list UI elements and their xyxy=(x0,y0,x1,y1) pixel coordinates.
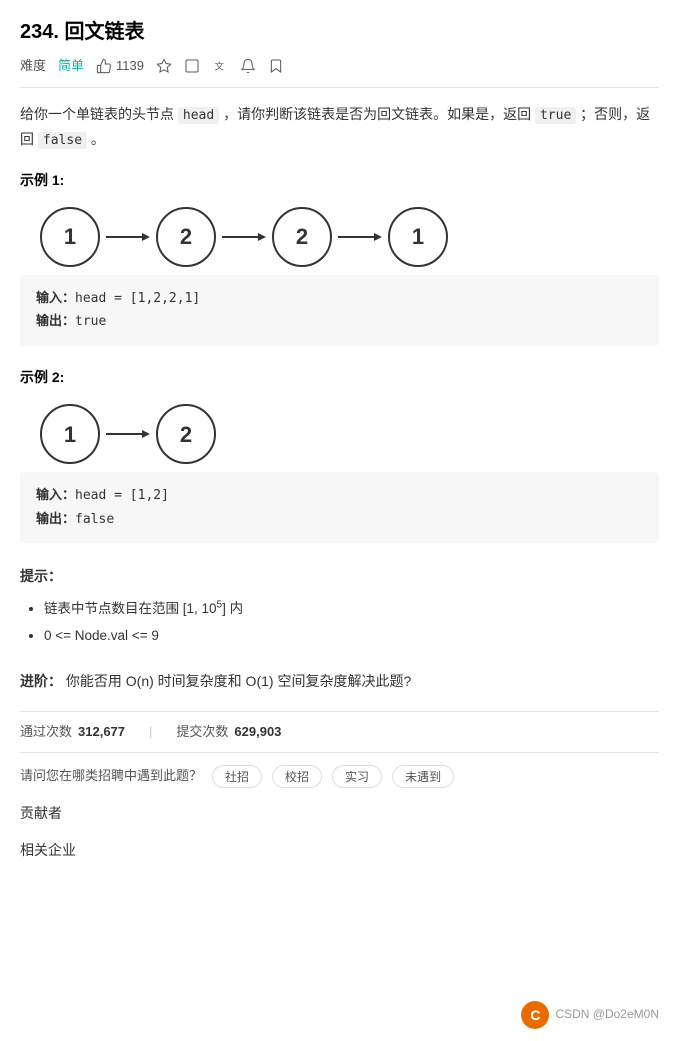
star-button[interactable] xyxy=(156,58,172,74)
recruitment-question: 请问您在哪类招聘中遇到此题？ xyxy=(20,766,202,787)
arrow-svg-1 xyxy=(104,227,152,247)
submit-stat: 提交次数 629,903 xyxy=(176,722,281,743)
pass-stat: 通过次数 312,677 xyxy=(20,722,125,743)
example1-box: 输入：head = [1,2,2,1] 输出：true xyxy=(20,275,659,346)
example1-output: 输出：true xyxy=(36,310,643,333)
like-icon xyxy=(96,58,112,74)
example2-title: 示例 2: xyxy=(20,366,659,388)
example2-input: 输入：head = [1,2] xyxy=(36,484,643,507)
hints-section: 提示： 链表中节点数目在范围 [1, 105] 内 0 <= Node.val … xyxy=(20,565,659,649)
pass-label: 通过次数 xyxy=(20,722,72,743)
pass-value: 312,677 xyxy=(78,722,125,743)
bookmark-button[interactable] xyxy=(268,58,284,74)
arrow-3 xyxy=(336,227,384,247)
difficulty-label: 难度 xyxy=(20,56,46,77)
page-container: 234. 回文链表 难度 简单 1139 文 给你一个单链表的头节点 head … xyxy=(0,0,679,891)
inline-code-true: true xyxy=(535,107,576,124)
hint-item-1: 链表中节点数目在范围 [1, 105] 内 xyxy=(44,595,659,622)
difficulty-value: 简单 xyxy=(58,56,84,77)
stats-row: 通过次数 312,677 | 提交次数 629,903 xyxy=(20,711,659,754)
advanced-section: 进阶： 你能否用 O(n) 时间复杂度和 O(1) 空间复杂度解决此题? xyxy=(20,669,659,694)
share-button[interactable] xyxy=(184,58,200,74)
advanced-title: 进阶： xyxy=(20,673,62,689)
submit-value: 629,903 xyxy=(234,722,281,743)
watermark-logo: C xyxy=(521,1001,549,1029)
node2-1: 1 xyxy=(40,404,100,464)
contributors-section: 贡献者 xyxy=(20,802,659,824)
tag-weiyudao[interactable]: 未遇到 xyxy=(392,765,454,788)
node-1a: 1 xyxy=(40,207,100,267)
problem-title: 234. 回文链表 xyxy=(20,16,659,48)
like-button[interactable]: 1139 xyxy=(96,56,144,77)
svg-text:文: 文 xyxy=(215,61,224,72)
arrow-1 xyxy=(104,227,152,247)
node2-2: 2 xyxy=(156,404,216,464)
inline-code-false: false xyxy=(38,132,87,149)
tag-shixi[interactable]: 实习 xyxy=(332,765,382,788)
submit-label: 提交次数 xyxy=(176,722,228,743)
hints-title: 提示： xyxy=(20,565,659,587)
like-count: 1139 xyxy=(116,56,144,77)
stats-divider: | xyxy=(149,722,152,743)
example2-output: 输出：false xyxy=(36,508,643,531)
arrow2-1 xyxy=(104,424,152,444)
arrow2-svg-1 xyxy=(104,424,152,444)
node-1b: 1 xyxy=(388,207,448,267)
watermark: C CSDN @Do2eM0N xyxy=(521,1001,659,1029)
node-2a: 2 xyxy=(156,207,216,267)
bell-button[interactable] xyxy=(240,58,256,74)
tag-xiaozao[interactable]: 校招 xyxy=(272,765,322,788)
example1-diagram: 1 2 2 1 xyxy=(40,207,659,267)
meta-row: 难度 简单 1139 文 xyxy=(20,56,659,88)
translate-button[interactable]: 文 xyxy=(212,58,228,74)
star-icon xyxy=(156,58,172,74)
example1-title: 示例 1: xyxy=(20,169,659,191)
example1-input: 输入：head = [1,2,2,1] xyxy=(36,287,643,310)
tag-shezao[interactable]: 社招 xyxy=(212,765,262,788)
hint-item-2: 0 <= Node.val <= 9 xyxy=(44,622,659,649)
node-2b: 2 xyxy=(272,207,332,267)
watermark-text: CSDN @Do2eM0N xyxy=(555,1005,659,1024)
translate-icon: 文 xyxy=(212,58,228,74)
arrow-2 xyxy=(220,227,268,247)
bookmark-icon xyxy=(268,58,284,74)
related-label: 相关企业 xyxy=(20,842,76,858)
recruitment-row: 请问您在哪类招聘中遇到此题？ 社招 校招 实习 未遇到 xyxy=(20,765,659,788)
example2-diagram: 1 2 xyxy=(40,404,659,464)
arrow-svg-3 xyxy=(336,227,384,247)
arrow-svg-2 xyxy=(220,227,268,247)
related-section: 相关企业 xyxy=(20,839,659,861)
problem-description: 给你一个单链表的头节点 head ，请你判断该链表是否为回文链表。如果是，返回 … xyxy=(20,102,659,153)
example2-box: 输入：head = [1,2] 输出：false xyxy=(20,472,659,543)
bell-icon xyxy=(240,58,256,74)
share-icon xyxy=(184,58,200,74)
hint-list: 链表中节点数目在范围 [1, 105] 内 0 <= Node.val <= 9 xyxy=(20,595,659,649)
inline-code-head: head xyxy=(178,107,219,124)
contributors-label: 贡献者 xyxy=(20,805,62,821)
